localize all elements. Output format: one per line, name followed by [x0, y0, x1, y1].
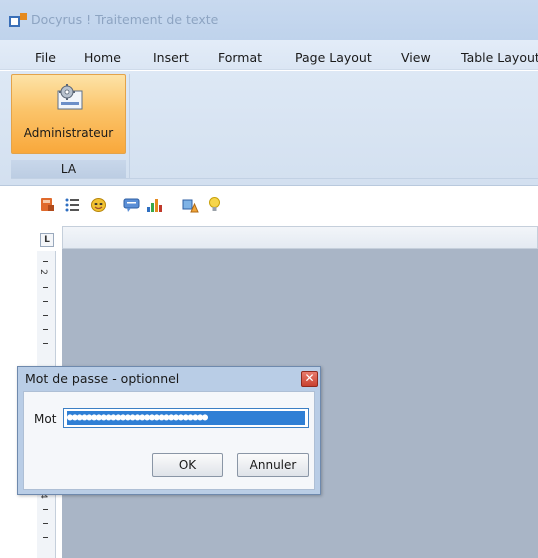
ribbon-bottom-line [11, 178, 538, 179]
menu-view[interactable]: View [401, 50, 431, 65]
password-value: ●●●●●●●●●●●●●●●●●●●●●●●●●●●●● [67, 411, 305, 425]
password-label: Mot [34, 412, 57, 426]
menu-format[interactable]: Format [218, 50, 262, 65]
menu-bar: File Home Insert Format Page Layout View… [0, 40, 538, 70]
administrateur-button[interactable]: Administrateur [11, 74, 126, 154]
ruler-tick [43, 301, 48, 302]
comment-icon[interactable] [123, 196, 140, 213]
menu-insert[interactable]: Insert [153, 50, 189, 65]
ribbon: Administrateur LA [0, 71, 538, 186]
bar-chart-icon[interactable] [146, 196, 163, 213]
lightbulb-icon[interactable] [206, 196, 223, 213]
app-icon [9, 13, 27, 27]
ruler-tick [43, 287, 48, 288]
ribbon-group-label: LA [11, 160, 126, 178]
menu-table-layout[interactable]: Table Layout [461, 50, 538, 65]
dialog-body: Mot ●●●●●●●●●●●●●●●●●●●●●●●●●●●●● OK Ann… [23, 391, 315, 490]
window-title: Docyrus ! Traitement de texte [31, 12, 219, 27]
ruler-tick [43, 343, 48, 344]
ruler-tick [43, 329, 48, 330]
title-bar: Docyrus ! Traitement de texte [0, 0, 538, 40]
app-window: Docyrus ! Traitement de texte File Home … [0, 0, 538, 558]
database-icon[interactable] [39, 196, 56, 213]
horizontal-ruler[interactable] [62, 226, 538, 249]
ruler-tick [43, 261, 48, 262]
password-dialog: Mot de passe - optionnel ✕ Mot ●●●●●●●●●… [17, 366, 321, 495]
ok-button[interactable]: OK [152, 453, 223, 477]
tab-stop-selector[interactable]: L [40, 233, 54, 247]
menu-page-layout[interactable]: Page Layout [295, 50, 372, 65]
ruler-tick [43, 537, 48, 538]
ruler-number: 2 [37, 269, 48, 275]
settings-gear-icon [57, 84, 83, 110]
ruler-tick [43, 315, 48, 316]
list-icon[interactable] [64, 196, 81, 213]
ruler-tick [43, 523, 48, 524]
close-icon[interactable]: ✕ [301, 371, 318, 387]
ruler-tick [43, 509, 48, 510]
menu-home[interactable]: Home [84, 50, 121, 65]
password-input[interactable]: ●●●●●●●●●●●●●●●●●●●●●●●●●●●●● [63, 408, 309, 428]
administrateur-label: Administrateur [23, 126, 114, 140]
ribbon-group-separator [129, 74, 130, 178]
mask-icon[interactable] [90, 196, 107, 213]
cancel-button[interactable]: Annuler [237, 453, 309, 477]
quick-toolbar [0, 187, 538, 225]
menu-file[interactable]: File [35, 50, 56, 65]
shapes-icon[interactable] [182, 196, 199, 213]
dialog-title: Mot de passe - optionnel [25, 371, 180, 386]
